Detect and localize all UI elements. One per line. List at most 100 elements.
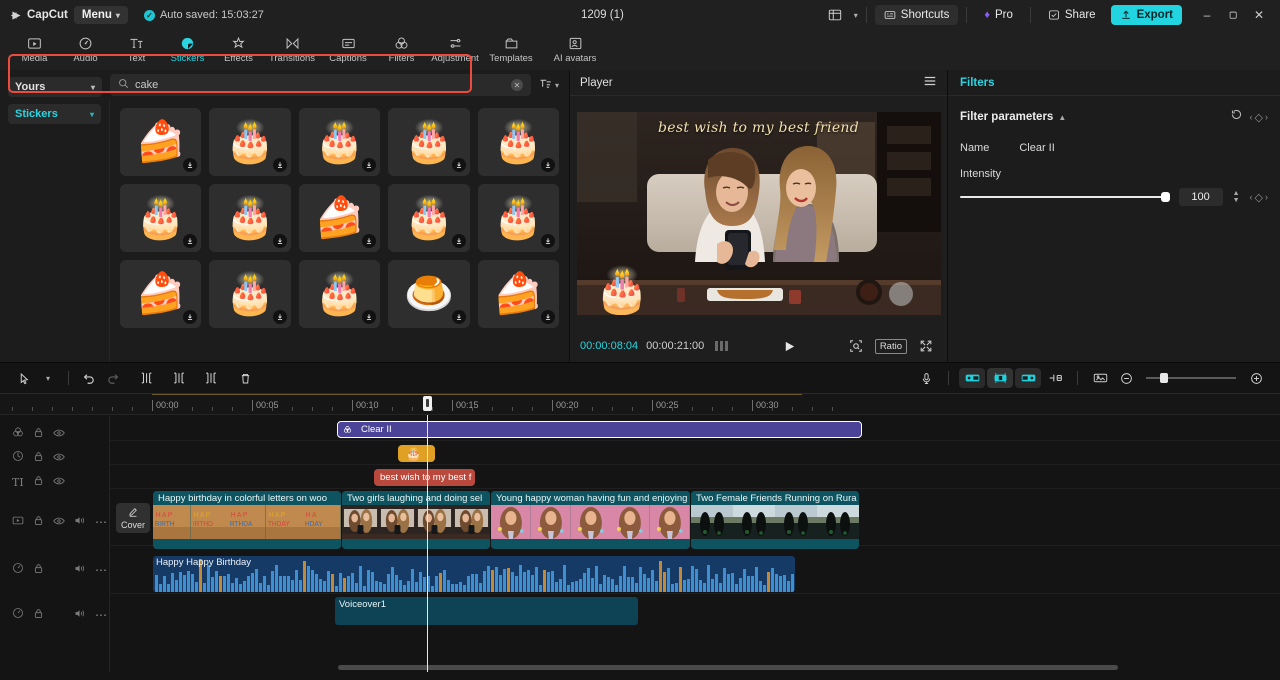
download-icon[interactable] [183,158,198,172]
tab-templates[interactable]: Templates [484,31,538,69]
sticker-strawberry-shortcake-slice[interactable]: 🍰 [298,184,381,252]
keyframe-prev-icon[interactable]: ‹ [1250,112,1253,122]
keyframe-nav[interactable]: ‹ ◇ › [1250,111,1268,124]
download-icon[interactable] [362,310,377,324]
download-icon[interactable] [451,310,466,324]
intensity-keyframe-nav[interactable]: ‹ ◇ › [1250,191,1268,204]
download-icon[interactable] [362,158,377,172]
eye-icon[interactable] [53,513,65,531]
keyframe-next-icon[interactable]: › [1265,192,1268,202]
keyframe-prev-icon[interactable]: ‹ [1250,192,1253,202]
snapshot-icon[interactable] [1088,366,1112,390]
delete-icon[interactable] [233,366,257,390]
intensity-slider[interactable] [960,192,1170,202]
keyframe-next-icon[interactable]: › [1265,112,1268,122]
clip-text[interactable]: best wish to my best f [374,469,475,486]
tab-adjustment[interactable]: Adjustment [428,31,482,69]
timeline-hscrollbar[interactable] [118,665,1272,670]
minimize-button[interactable]: – [1194,3,1220,27]
download-icon[interactable] [362,234,377,248]
more-icon[interactable]: ⋯ [95,609,108,621]
playhead-handle[interactable] [423,396,432,411]
tab-audio[interactable]: Audio [61,31,110,69]
download-icon[interactable] [272,158,287,172]
keyframe-icon[interactable] [1043,366,1067,390]
tab-text[interactable]: Text [112,31,161,69]
clip-voiceover[interactable]: Voiceover1 [335,597,638,625]
eye-icon[interactable] [53,425,65,443]
sticker-layered-cream-cake[interactable]: 🎂 [477,108,559,176]
clip-filter-clear-ii[interactable]: Clear II [337,421,862,438]
download-icon[interactable] [272,234,287,248]
eye-icon[interactable] [53,449,65,467]
download-icon[interactable] [451,158,466,172]
lock-icon[interactable] [33,561,44,579]
download-icon[interactable] [451,234,466,248]
volume-icon[interactable] [74,606,86,624]
clip-video-3[interactable]: Young happy woman having fun and enjoyin… [491,491,690,549]
sticker-cake-slice-cherry[interactable]: 🍰 [120,108,202,176]
split-icon[interactable] [135,366,159,390]
download-icon[interactable] [541,234,555,248]
download-icon[interactable] [183,310,198,324]
zoom-slider[interactable] [1146,373,1236,383]
redo-icon[interactable] [101,366,125,390]
keyframe-diamond-icon[interactable]: ◇ [1255,111,1263,124]
tab-transitions[interactable]: Transitions [265,31,319,69]
lock-icon[interactable] [33,513,44,531]
pro-button[interactable]: ♦ Pro [975,5,1022,25]
trim-left-icon[interactable] [167,366,191,390]
timeline-ruler[interactable]: 00:00 00:05 00:10 00:15 00:20 00:25 00:30 [0,393,1280,415]
intensity-value[interactable]: 100 [1178,188,1223,206]
playhead[interactable] [427,415,428,672]
maximize-button[interactable] [1220,3,1246,27]
sticker-tiered-birthday-cake[interactable]: 🎂 [209,108,291,176]
clip-sticker[interactable]: 🎂 [398,445,435,462]
cover-button[interactable]: Cover [116,503,150,533]
sticker-blue-candle-cake[interactable]: 🎂 [209,184,291,252]
export-button[interactable]: Export [1110,5,1182,25]
menu-button[interactable]: Menu ▾ [73,6,128,24]
sticker-caramel-drip-cake[interactable]: 🎂 [298,260,381,328]
clip-video-4[interactable]: Two Female Friends Running on Rura [691,491,859,549]
preview-canvas[interactable]: 🎂 best wish to my best friend [576,111,941,315]
tool-dropdown-icon[interactable]: ▾ [36,366,60,390]
sticker-cherry-glaze-cake[interactable]: 🎂 [477,184,559,252]
speed-icon[interactable] [1015,368,1041,388]
clip-audio[interactable]: Happy Happy Birthday [153,556,795,592]
layout-chevron-icon[interactable]: ▾ [854,11,858,20]
close-button[interactable]: ✕ [1246,3,1272,27]
search-input[interactable]: cake ✕ [110,74,531,96]
sticker-peach-frosting-cake[interactable]: 🎂 [209,260,291,328]
sort-button[interactable]: ▾ [539,77,559,93]
select-tool-icon[interactable] [12,366,36,390]
lock-icon[interactable] [33,425,44,443]
tab-captions[interactable]: Captions [321,31,375,69]
clip-video-2[interactable]: Two girls laughing and doing sel [342,491,490,549]
ratio-button[interactable]: Ratio [874,338,907,354]
tab-effects[interactable]: Effects [214,31,263,69]
microphone-icon[interactable] [914,366,938,390]
sticker-red-velvet-slice[interactable]: 🍰 [120,260,202,328]
download-icon[interactable] [272,310,287,324]
fullscreen-icon[interactable] [915,335,937,357]
frames-icon[interactable] [712,335,734,357]
sticker-sprinkle-cake-slice[interactable]: 🍰 [477,260,559,328]
hamburger-icon[interactable] [923,74,937,91]
shortcuts-button[interactable]: Shortcuts [874,5,959,25]
keyframe-diamond-icon[interactable]: ◇ [1255,191,1263,204]
filter-parameters-title-group[interactable]: Filter parameters ▲ [960,111,1066,123]
trim-right-icon[interactable] [199,366,223,390]
tab-media[interactable]: Media [10,31,59,69]
tab-filters[interactable]: Filters [377,31,426,69]
eye-icon[interactable] [52,473,65,491]
lock-icon[interactable] [33,449,44,467]
sticker-chocolate-cream-cake[interactable]: 🎂 [120,184,202,252]
crop-icon[interactable] [845,335,867,357]
tab-stickers[interactable]: Stickers [163,31,212,69]
volume-icon[interactable] [74,513,86,531]
zoom-slider-knob[interactable] [1160,373,1168,383]
auto-cut-icon[interactable] [987,368,1013,388]
tab-ai-avatars[interactable]: AI avatars [548,31,602,69]
download-icon[interactable] [541,310,555,324]
